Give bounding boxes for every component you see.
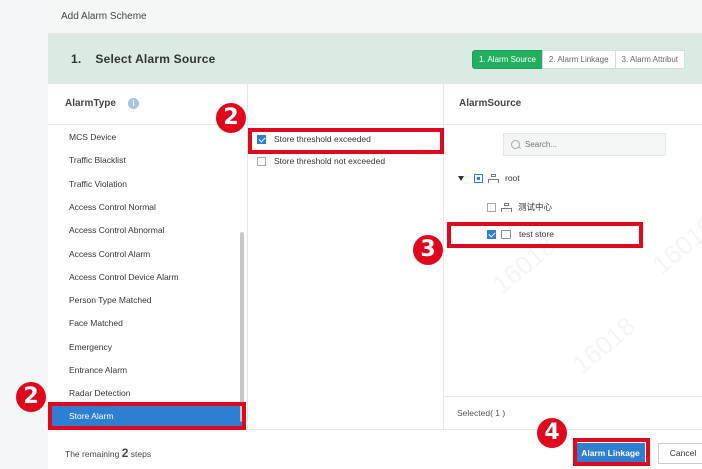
checkbox-checked[interactable] [487, 229, 496, 239]
step-alarm-source[interactable]: 1. Alarm Source [472, 50, 543, 69]
step-alarm-linkage[interactable]: 2. Alarm Linkage [541, 50, 616, 69]
search-input[interactable] [503, 133, 666, 156]
alarm-type-list: MCS Device Traffic Blacklist Traffic Vio… [48, 125, 247, 429]
alarm-type-item[interactable]: Access Control Alarm [69, 249, 150, 259]
tree-node-label: test store [519, 229, 554, 239]
alarm-linkage-button[interactable]: Alarm Linkage [576, 443, 645, 464]
remaining-suffix: steps [130, 449, 152, 459]
alarm-type-item[interactable]: Traffic Violation [69, 179, 127, 189]
step-header: 1. Select Alarm Source 1. Alarm Source 2.… [48, 34, 702, 84]
tree-node-label: root [505, 173, 520, 183]
alarm-type-item-selected[interactable]: Store Alarm [48, 405, 242, 427]
alarm-type-item[interactable]: Access Control Device Alarm [69, 272, 179, 282]
alarm-type-scrollbar[interactable] [240, 232, 244, 422]
checkbox-checked[interactable] [257, 134, 266, 144]
tree-node-store[interactable]: test store [487, 229, 554, 239]
caret-down-icon[interactable] [458, 175, 464, 181]
alarm-type-item[interactable]: Emergency [69, 342, 112, 352]
condition-label: Store threshold not exceeded [274, 156, 386, 166]
alarm-source-panel: root 测试中心 test store Selected( 1 ) [443, 125, 702, 429]
tree-node-root[interactable]: root [458, 173, 520, 183]
organization-icon [488, 173, 499, 183]
remaining-count: 2 [121, 446, 129, 460]
alarm-source-title: AlarmSource [459, 98, 522, 109]
checkbox-partial[interactable] [474, 173, 483, 183]
condition-header [247, 84, 444, 125]
checkbox-unchecked[interactable] [257, 156, 266, 166]
organization-icon [501, 202, 512, 212]
dialog-title-bar: Add Alarm Scheme [48, 0, 702, 34]
alarm-type-item[interactable]: Traffic Blacklist [69, 155, 126, 165]
step-badge: 3 [413, 235, 443, 265]
selected-count: Selected( 1 ) [457, 408, 506, 418]
alarm-type-item[interactable]: Access Control Normal [69, 202, 156, 212]
alarm-type-title: AlarmType [65, 98, 116, 109]
alarm-type-item[interactable]: Radar Detection [69, 388, 130, 398]
step-breadcrumb: 1. Alarm Source 2. Alarm Linkage 3. Alar… [472, 50, 685, 69]
remaining-steps: The remaining 2 steps [65, 446, 151, 460]
step-title: 1. Select Alarm Source [71, 52, 216, 66]
add-alarm-scheme-dialog: Add Alarm Scheme 1. Select Alarm Source 1… [48, 0, 702, 469]
alarm-type-item[interactable]: Access Control Abnormal [69, 225, 164, 235]
step-title-text: Select Alarm Source [95, 52, 216, 66]
tree-node-label: 测试中心 [518, 202, 553, 212]
alarm-type-item[interactable]: Entrance Alarm [69, 365, 127, 375]
checkbox-unchecked[interactable] [487, 202, 496, 212]
condition-item[interactable]: Store threshold not exceeded [257, 156, 385, 166]
condition-item[interactable]: Store threshold exceeded [257, 134, 371, 144]
condition-list: Store threshold exceeded Store threshold… [247, 125, 444, 429]
step-badge: 2 [16, 382, 46, 412]
search-icon [511, 140, 520, 149]
tree-node-org[interactable]: 测试中心 [487, 201, 552, 213]
condition-label: Store threshold exceeded [274, 134, 371, 144]
alarm-source-header: AlarmSource [443, 84, 702, 125]
dialog-footer: The remaining 2 steps Alarm Linkage Canc… [48, 429, 702, 469]
selected-count-bar: Selected( 1 ) [444, 396, 702, 430]
step-badge: 2 [216, 103, 246, 133]
step-alarm-attribute[interactable]: 3. Alarm Attribut [614, 50, 685, 69]
remaining-prefix: The remaining [65, 449, 120, 459]
dialog-title: Add Alarm Scheme [61, 11, 147, 22]
cancel-button[interactable]: Cancel [658, 443, 702, 464]
alarm-type-item[interactable]: MCS Device [69, 132, 116, 142]
store-icon [501, 229, 511, 239]
info-icon[interactable]: i [128, 98, 139, 109]
step-badge: 4 [537, 418, 567, 448]
alarm-type-item[interactable]: Face Matched [69, 318, 123, 328]
step-number: 1. [71, 52, 82, 66]
alarm-type-item[interactable]: Person Type Matched [69, 295, 152, 305]
